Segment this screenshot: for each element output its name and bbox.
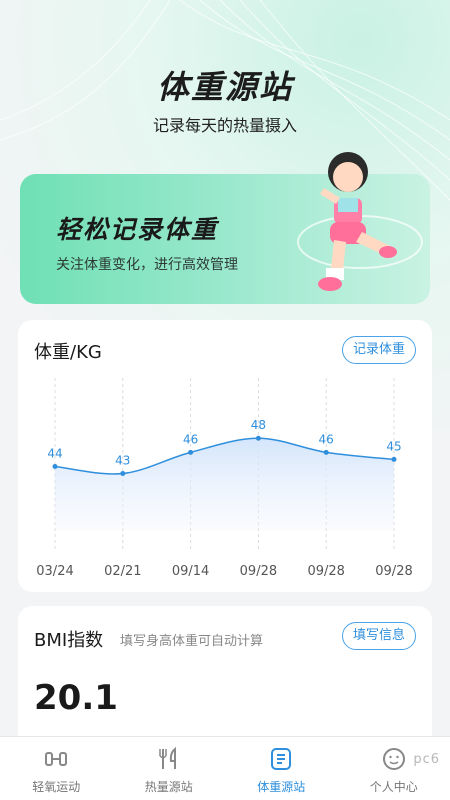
data-label: 45 (386, 439, 401, 453)
tab-weight[interactable]: 体重源站 (225, 737, 338, 800)
page-title: 体重源站 (156, 68, 293, 106)
data-label: 48 (251, 418, 266, 432)
dumbbell-icon (45, 752, 68, 766)
tab-calories[interactable]: 热量源站 (113, 737, 226, 800)
weight-card-title: 体重/KG (34, 342, 102, 363)
data-label: 44 (47, 446, 62, 460)
data-point (323, 449, 329, 455)
data-point (188, 449, 194, 455)
x-tick-label: 03/24 (36, 564, 73, 579)
tab-exercise[interactable]: 轻氧运动 (0, 737, 113, 800)
record-weight-button[interactable]: 记录体重 (341, 336, 416, 364)
watermark-logo: pc6 (413, 752, 440, 767)
data-label: 46 (319, 432, 334, 446)
x-tick-label: 09/14 (172, 564, 209, 579)
runner-illustration (297, 152, 423, 291)
weight-card: 体重/KG 记录体重 44 03/24 43 02/21 46 09/14 48 09/28 4… (18, 320, 432, 592)
fork-knife-icon (159, 747, 176, 769)
weight-chart: 44 03/24 43 02/21 46 09/14 48 09/28 46 09/28 45 09/… (36, 378, 413, 579)
bmi-value: 20.1 (34, 678, 118, 718)
list-icon (271, 748, 292, 770)
fill-info-button[interactable]: 填写信息 (341, 622, 416, 650)
x-tick-label: 09/28 (375, 564, 412, 579)
data-point (120, 471, 126, 477)
data-label: 46 (183, 432, 198, 446)
x-tick-label: 02/21 (104, 564, 141, 579)
weight-area (55, 438, 394, 530)
data-point (391, 456, 397, 462)
data-point (255, 435, 261, 441)
bmi-title: BMI指数 (34, 630, 104, 651)
tab-label: 热量源站 (144, 780, 193, 794)
promo-banner[interactable]: 轻松记录体重 关注体重变化，进行高效管理 (20, 152, 430, 304)
data-point (52, 463, 58, 469)
tab-label: 个人中心 (369, 780, 418, 794)
data-label: 43 (115, 454, 130, 468)
bottom-tab-bar: 轻氧运动 热量源站 体重源站 个人中心 (0, 736, 450, 800)
page-subtitle: 记录每天的热量摄入 (152, 116, 297, 135)
banner-title: 轻松记录体重 (56, 215, 219, 244)
smiley-icon (382, 748, 405, 770)
tab-label: 体重源站 (257, 780, 306, 794)
tab-label: 轻氧运动 (32, 780, 81, 794)
bmi-hint: 填写身高体重可自动计算 (120, 634, 264, 649)
tab-profile[interactable]: 个人中心 (338, 737, 450, 800)
x-tick-label: 09/28 (240, 564, 277, 579)
banner-subtitle: 关注体重变化，进行高效管理 (56, 257, 238, 273)
x-tick-label: 09/28 (307, 564, 344, 579)
